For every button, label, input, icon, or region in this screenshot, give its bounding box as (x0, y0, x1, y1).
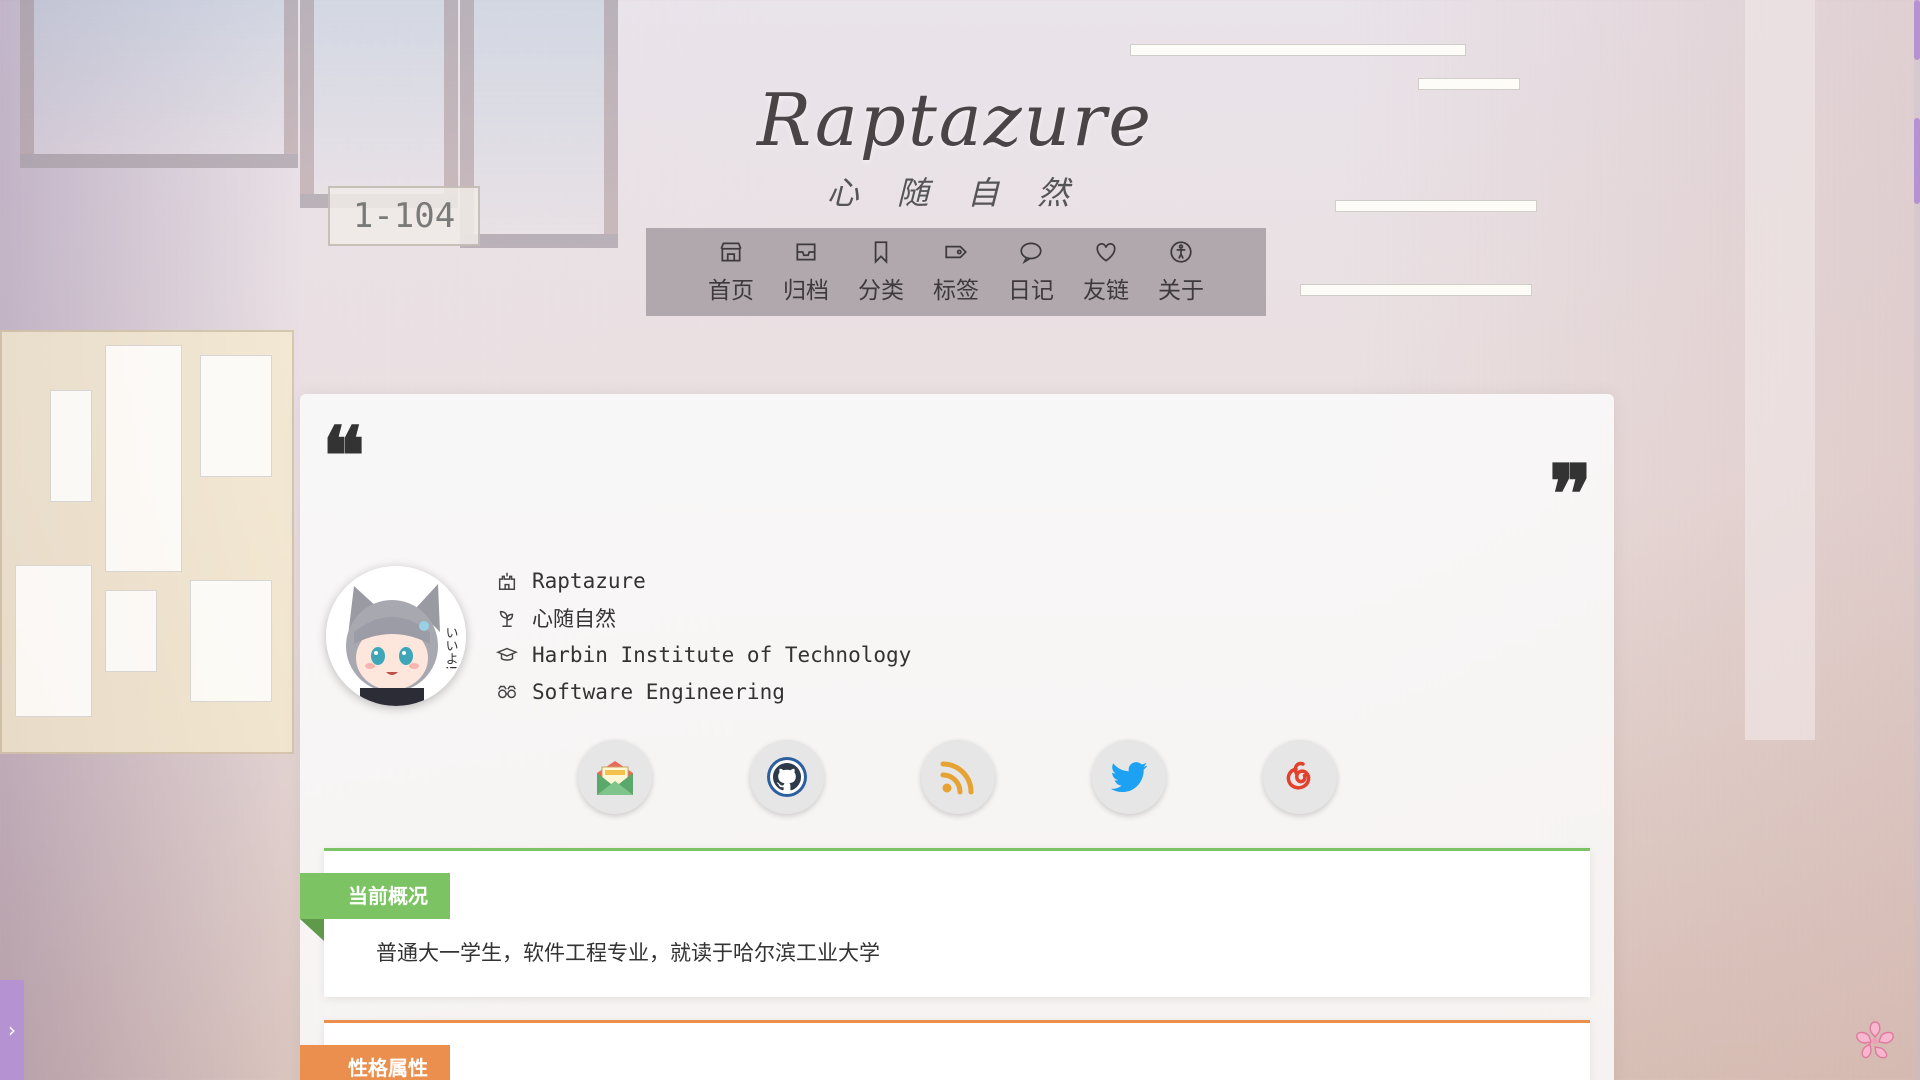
github-icon (767, 757, 807, 797)
nav-item-category[interactable]: 分类 (844, 239, 919, 305)
profile-name: Raptazure (532, 568, 646, 593)
open-quote-icon: ❝ (322, 409, 366, 503)
background-paper (105, 590, 157, 672)
background-paper (105, 345, 182, 572)
email-link-button[interactable] (578, 740, 652, 814)
nav-item-tags[interactable]: 标签 (919, 239, 994, 305)
nav-item-about[interactable]: 关于 (1144, 239, 1219, 305)
nav-item-friends[interactable]: 友链 (1069, 239, 1144, 305)
section-tag-overview: 当前概况 (300, 873, 450, 941)
main-nav: 首页 归档 分类 标签 日记 友链 关于 (646, 228, 1266, 316)
nav-item-archive[interactable]: 归档 (769, 239, 844, 305)
nav-item-label: 日记 (1008, 278, 1054, 304)
avatar-image: いいよ! (326, 566, 466, 706)
nav-item-home[interactable]: 首页 (694, 239, 769, 305)
background-paper (50, 390, 92, 502)
avatar-caption: いいよ! (443, 626, 458, 670)
background-paper (200, 355, 272, 477)
chat-bubble-icon (1020, 242, 1042, 265)
profile-school: Harbin Institute of Technology (532, 642, 912, 667)
twitter-icon (1110, 762, 1148, 793)
seedling-icon (499, 610, 514, 627)
nav-item-label: 归档 (783, 278, 829, 304)
archive-icon (796, 243, 816, 261)
nav-item-label: 首页 (708, 278, 754, 304)
section-tag-personality: 性格属性 (300, 1045, 450, 1080)
scroll-indicator[interactable] (1914, 118, 1920, 204)
rss-icon (940, 761, 974, 795)
background-paper (190, 580, 272, 702)
sidebar-toggle-button[interactable]: › (0, 980, 24, 1080)
netease-music-icon (1286, 761, 1311, 790)
section-text-overview: 普通大一学生，软件工程专业，就读于哈尔滨工业大学 (376, 941, 880, 965)
profile-motto-row: 心随自然 (496, 599, 911, 636)
bookmark-icon (874, 241, 888, 264)
heart-icon (1096, 243, 1116, 262)
accessibility-icon (1170, 241, 1192, 263)
section-panel-overview: 当前概况 普通大一学生，软件工程专业，就读于哈尔滨工业大学 (300, 848, 1590, 997)
github-link-button[interactable] (750, 740, 824, 814)
main-content-card: ❝ ❞ いいよ! Raptazure 心随自然 Harbin Institute… (300, 394, 1614, 1080)
scrollbar-thumb[interactable] (1914, 0, 1920, 60)
nav-item-label: 分类 (858, 278, 904, 304)
graduation-cap-icon (496, 647, 518, 661)
home-icon (720, 242, 742, 262)
section-panel-personality: 性格属性 (300, 1020, 1590, 1080)
binoculars-icon (498, 685, 516, 698)
profile-major-row: Software Engineering (496, 673, 911, 710)
site-subtitle: 心 随 自 然 (826, 174, 1084, 212)
netease-music-link-button[interactable] (1263, 740, 1337, 814)
background-paper (15, 565, 92, 717)
profile-name-row: Raptazure (496, 562, 911, 599)
rss-link-button[interactable] (921, 740, 995, 814)
tag-icon (945, 245, 967, 259)
nav-item-diary[interactable]: 日记 (994, 239, 1069, 305)
profile-info: Raptazure 心随自然 Harbin Institute of Techn… (496, 562, 911, 710)
email-invoice-icon (597, 761, 633, 795)
sakura-flower-icon[interactable] (1852, 1018, 1898, 1064)
profile-school-row: Harbin Institute of Technology (496, 636, 911, 673)
twitter-link-button[interactable] (1092, 740, 1166, 814)
avatar[interactable]: いいよ! (326, 566, 466, 706)
nav-item-label: 关于 (1158, 278, 1204, 304)
nav-item-label: 友链 (1083, 278, 1129, 304)
nav-item-label: 标签 (933, 278, 979, 304)
profile-motto: 心随自然 (532, 606, 616, 631)
close-quote-icon: ❞ (1548, 447, 1592, 541)
site-title[interactable]: Raptazure (0, 78, 1910, 162)
profile-major: Software Engineering (532, 679, 785, 704)
ceiling-lamp (1130, 44, 1466, 56)
chevron-right-icon: › (8, 1018, 16, 1042)
castle-icon (498, 572, 516, 590)
ceiling-lamp (1300, 284, 1532, 296)
